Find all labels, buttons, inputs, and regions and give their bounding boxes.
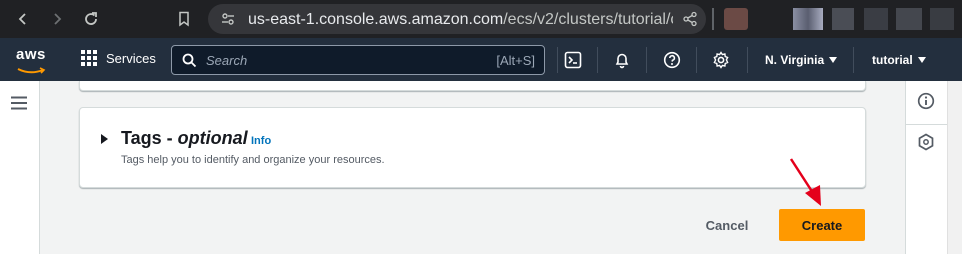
url-host: us-east-1.console.aws.amazon.com	[248, 11, 504, 28]
reload-icon	[85, 12, 97, 25]
address-bar[interactable]: us-east-1.console.aws.amazon.com/ecs/v2/…	[208, 4, 706, 34]
cancel-button[interactable]: Cancel	[690, 209, 764, 241]
tags-title-text: Tags -	[121, 128, 178, 148]
cloudshell-button[interactable]	[563, 50, 583, 70]
scrollbar[interactable]	[947, 81, 962, 254]
url-text: us-east-1.console.aws.amazon.com/ecs/v2/…	[248, 11, 673, 29]
info-circle-icon[interactable]	[917, 92, 935, 110]
expand-caret-icon[interactable]	[101, 134, 108, 144]
previous-section-card	[79, 81, 866, 91]
info-link[interactable]: Info	[251, 135, 271, 147]
settings-button[interactable]	[711, 50, 731, 70]
toolbar-divider	[712, 8, 714, 30]
search-icon	[182, 53, 197, 68]
services-menu-button[interactable]: Services	[80, 49, 156, 67]
account-label: tutorial	[872, 53, 913, 67]
site-info-icon	[222, 13, 234, 25]
tags-section-title[interactable]: Tags - optional	[121, 128, 248, 149]
extension-icon[interactable]	[832, 8, 854, 30]
account-menu[interactable]: tutorial	[872, 53, 926, 67]
annotation-arrow-icon	[789, 158, 821, 206]
left-side-rail	[0, 81, 40, 254]
browser-toolbar: us-east-1.console.aws.amazon.com/ecs/v2/…	[0, 0, 962, 38]
extension-icon[interactable]	[896, 8, 922, 30]
right-side-rail	[905, 81, 947, 254]
back-button[interactable]	[12, 8, 34, 30]
tags-title-optional: optional	[177, 128, 248, 148]
caret-down-icon	[829, 57, 838, 63]
share-icon[interactable]	[682, 11, 698, 27]
help-icon	[663, 51, 681, 69]
hamburger-menu-icon[interactable]	[11, 96, 27, 110]
rail-divider	[906, 124, 947, 125]
search-placeholder: Search	[206, 53, 248, 68]
forward-arrow-icon	[54, 13, 62, 25]
url-path: /ecs/v2/clusters/tutorial/creat...	[503, 11, 673, 28]
reload-button[interactable]	[80, 8, 102, 30]
nav-divider	[747, 47, 748, 73]
bookmark-button[interactable]	[173, 8, 195, 30]
bell-icon	[615, 53, 629, 69]
help-button[interactable]	[662, 50, 682, 70]
forward-button[interactable]	[46, 8, 68, 30]
back-arrow-icon	[18, 13, 26, 25]
tags-section-description: Tags help you to identify and organize y…	[121, 154, 385, 166]
services-label: Services	[106, 50, 156, 66]
search-shortcut-hint: [Alt+S]	[496, 53, 535, 68]
nav-divider	[696, 47, 697, 73]
nav-divider	[646, 47, 647, 73]
bookmark-icon	[179, 11, 189, 27]
grid-icon	[81, 50, 97, 66]
gear-icon	[713, 51, 729, 69]
search-input[interactable]: Search [Alt+S]	[171, 45, 545, 75]
caret-down-icon	[917, 57, 926, 63]
nav-divider	[853, 47, 854, 73]
region-label: N. Virginia	[765, 53, 825, 67]
aws-top-nav: aws Services Search [Alt+S] N. Virginia …	[0, 38, 962, 81]
region-selector[interactable]: N. Virginia	[765, 53, 838, 67]
notifications-button[interactable]	[612, 50, 632, 70]
nav-divider	[557, 47, 558, 73]
aws-smile-icon	[17, 67, 46, 74]
nav-divider	[597, 47, 598, 73]
create-button[interactable]: Create	[779, 209, 865, 241]
aws-logo[interactable]: aws	[16, 46, 48, 80]
aws-logo-text: aws	[16, 46, 46, 63]
extension-icon[interactable]	[864, 8, 888, 30]
extension-icon[interactable]	[724, 8, 748, 30]
profile-avatar[interactable]	[930, 8, 954, 30]
extension-icon[interactable]	[793, 8, 823, 30]
tags-section-card: Tags - optional Info Tags help you to id…	[79, 107, 866, 188]
cloudshell-icon	[564, 51, 582, 69]
hexagon-icon[interactable]	[917, 133, 935, 151]
